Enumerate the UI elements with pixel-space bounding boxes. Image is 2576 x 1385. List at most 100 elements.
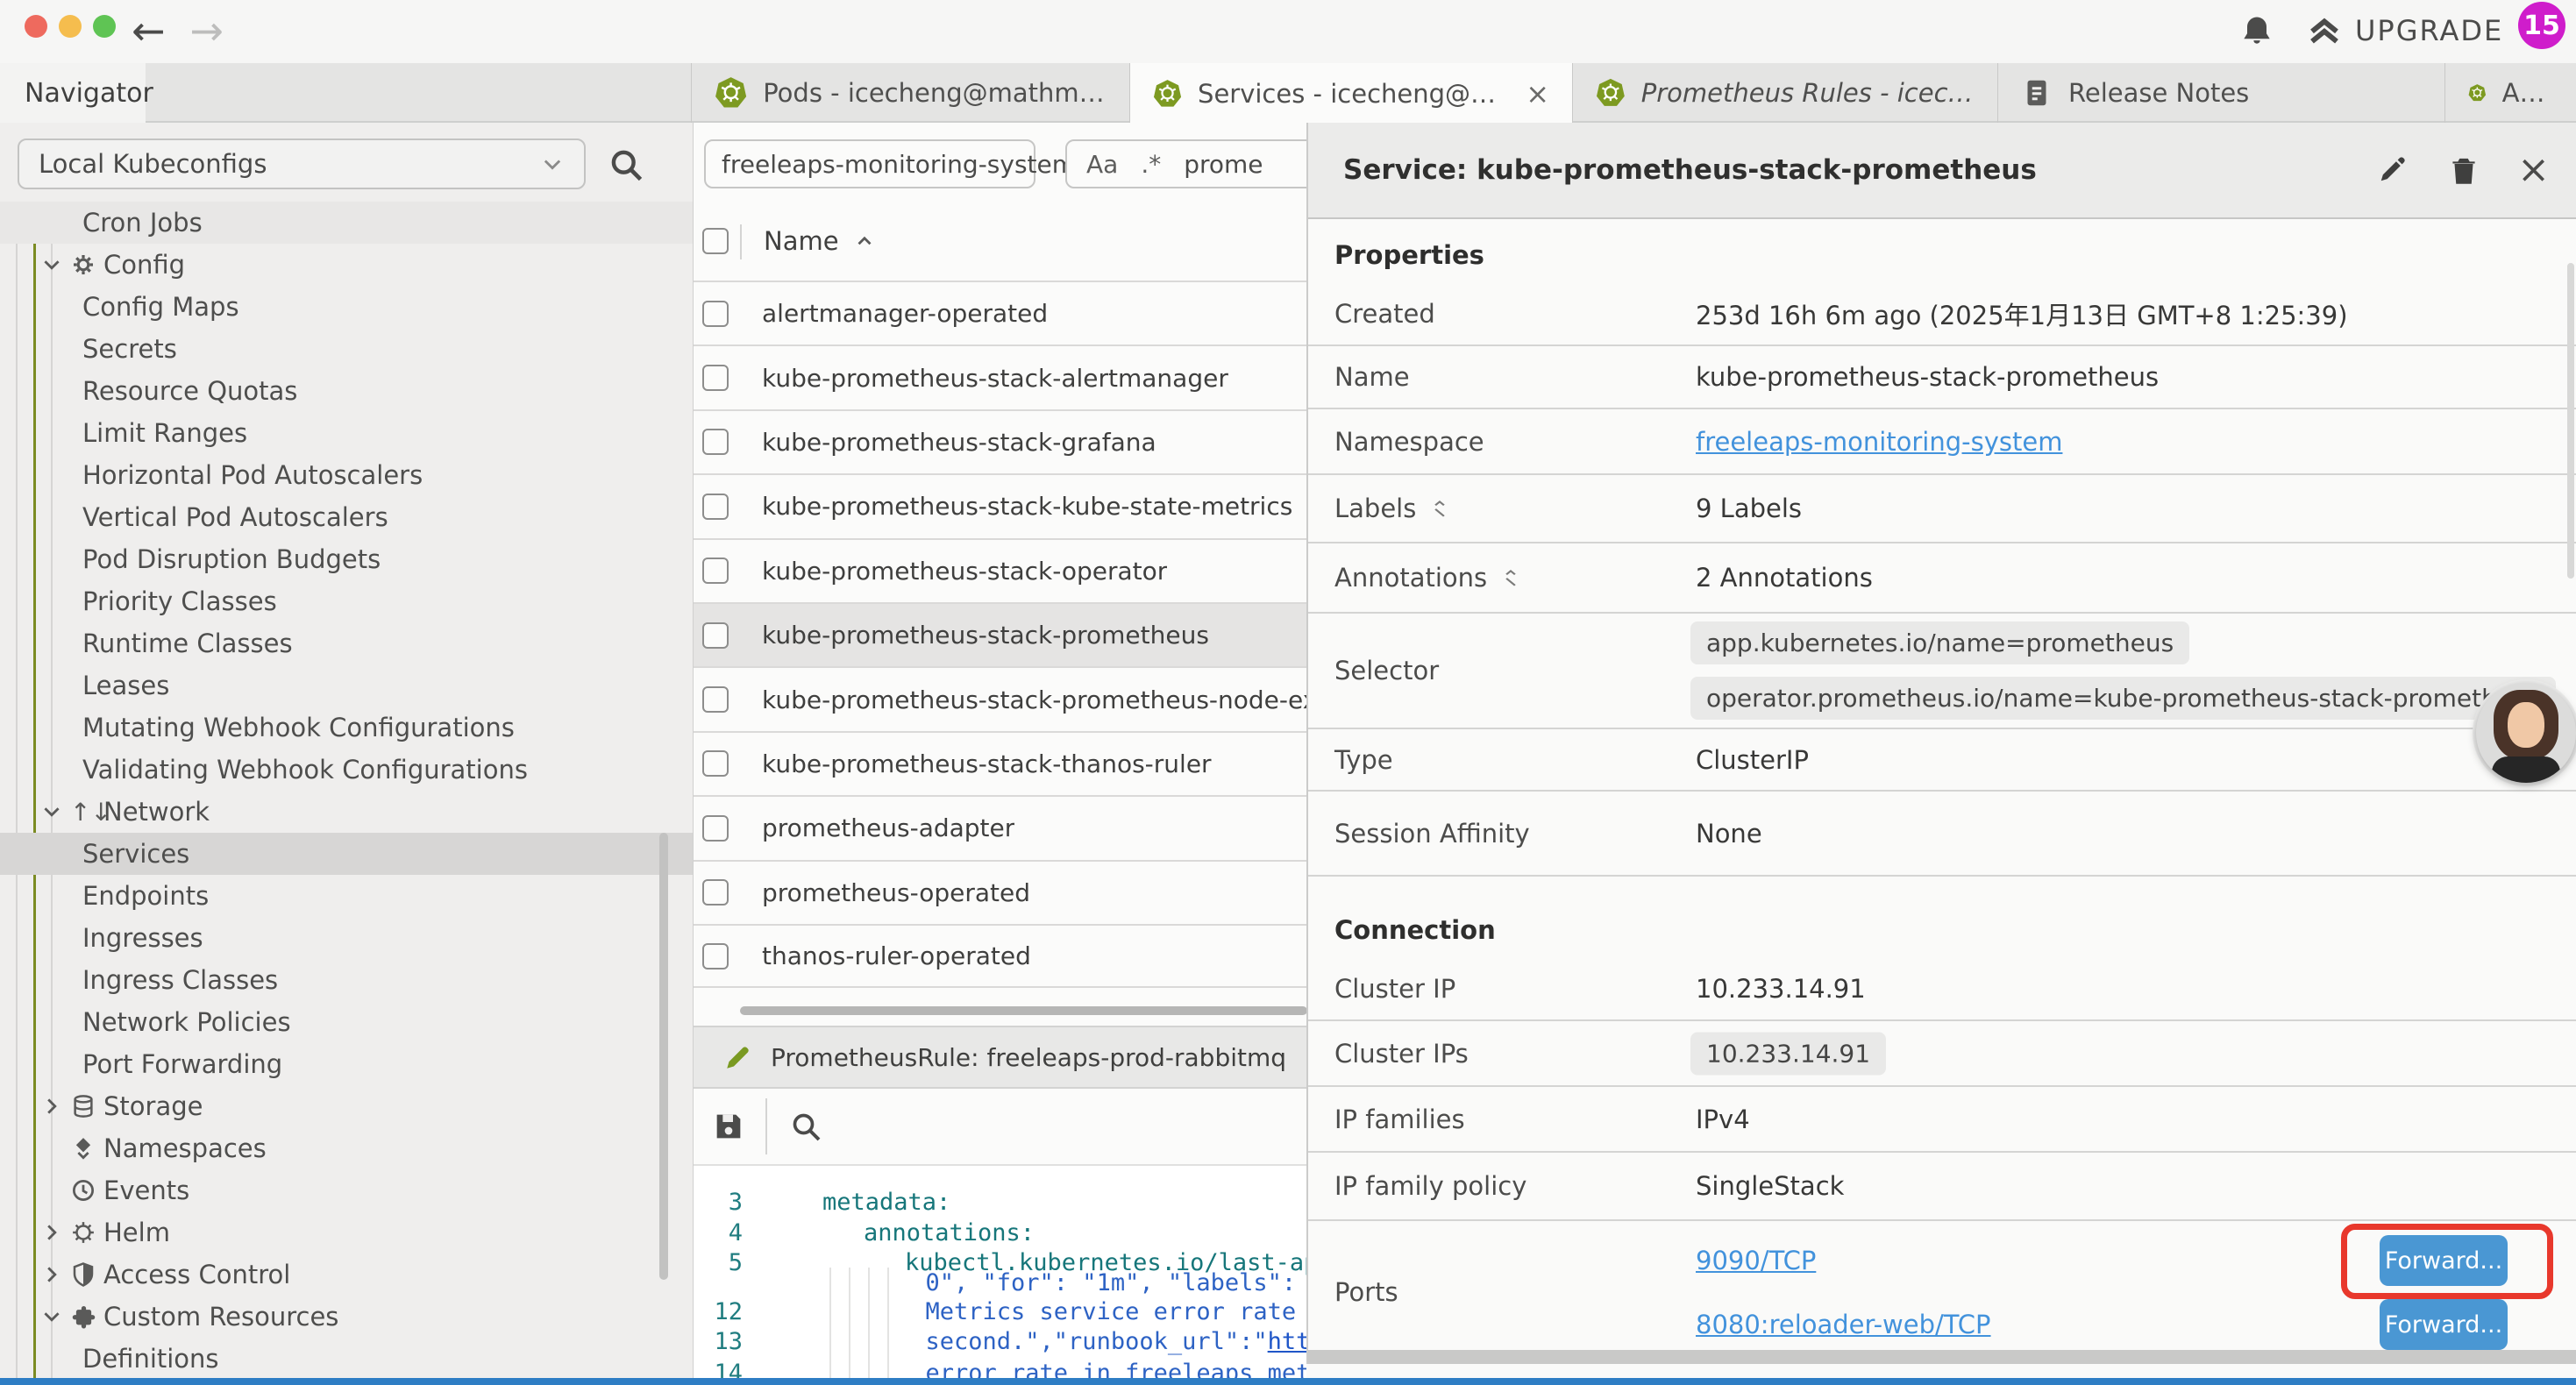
delete-trash-icon[interactable] [2445, 152, 2482, 188]
namespace-filter-dropdown[interactable]: freeleaps-monitoring-system [704, 139, 1035, 188]
namespace-filter-value: freeleaps-monitoring-system [722, 150, 1076, 179]
window-tab-1[interactable]: Pods - icecheng@mathmas... [691, 63, 1129, 123]
row-checkbox[interactable] [702, 750, 729, 777]
table-row-kube-prometheus-stack-prometheus-node-expor[interactable]: kube-prometheus-stack-prometheus-node-ex… [694, 666, 1306, 730]
back-arrow-icon[interactable]: ← [132, 7, 190, 54]
sidebar-item-secrets[interactable]: Secrets [0, 328, 693, 370]
expander-icon[interactable] [1499, 566, 1522, 589]
save-icon[interactable] [711, 1109, 746, 1144]
sidebar-search-icon[interactable] [607, 146, 645, 184]
upgrade-button[interactable]: UPGRADE [2306, 12, 2503, 49]
user-avatar[interactable] [2476, 683, 2576, 783]
zoom-window-icon[interactable] [93, 15, 116, 38]
sidebar-item-validating-webhook-configurations[interactable]: Validating Webhook Configurations [0, 749, 693, 791]
service-name: prometheus-adapter [762, 813, 1014, 842]
case-sensitive-toggle[interactable]: Aa [1086, 150, 1118, 179]
close-window-icon[interactable] [25, 15, 47, 38]
row-checkbox[interactable] [702, 301, 729, 327]
forward-button[interactable]: Forward... [2380, 1299, 2508, 1350]
window-tab-5[interactable]: Argo Se [2444, 63, 2576, 123]
sidebar-item-storage[interactable]: Storage [0, 1085, 693, 1127]
sidebar-item-config-maps[interactable]: Config Maps [0, 286, 693, 328]
sidebar-item-mutating-webhook-configurations[interactable]: Mutating Webhook Configurations [0, 707, 693, 749]
sidebar-item-limit-ranges[interactable]: Limit Ranges [0, 412, 693, 454]
upgrade-label: UPGRADE [2355, 14, 2503, 47]
detail-row-cluster-ip: Cluster IP10.233.14.91 [1308, 957, 2576, 1021]
yaml-editor[interactable]: 3 metadata:4 annotations:5 kubectl.kuber… [694, 1166, 1306, 1378]
port-link[interactable]: 9090/TCP [1696, 1246, 1816, 1275]
shield-icon [70, 1261, 96, 1288]
table-row-prometheus-adapter[interactable]: prometheus-adapter [694, 795, 1306, 859]
sidebar-item-config[interactable]: Config [0, 244, 693, 286]
sidebar-item-resource-quotas[interactable]: Resource Quotas [0, 370, 693, 412]
edit-pencil-icon[interactable] [2373, 152, 2410, 188]
editor-tab-prometheusrule[interactable]: PrometheusRule: freeleaps-prod-rabbitmq [694, 1027, 1306, 1087]
detail-scrollbar[interactable] [2567, 263, 2574, 579]
sidebar-item-events[interactable]: Events [0, 1169, 693, 1211]
select-all-checkbox[interactable] [702, 228, 729, 254]
tab-label: Prometheus Rules - icecheng... [1641, 78, 1975, 108]
table-row-kube-prometheus-stack-grafana[interactable]: kube-prometheus-stack-grafana [694, 409, 1306, 473]
sidebar-item-pod-disruption-budgets[interactable]: Pod Disruption Budgets [0, 538, 693, 580]
horizontal-scrollbar[interactable] [740, 1006, 1306, 1015]
row-checkbox[interactable] [702, 365, 729, 391]
row-checkbox[interactable] [702, 686, 729, 713]
close-tab-icon[interactable]: × [1526, 77, 1549, 110]
sidebar-item-endpoints[interactable]: Endpoints [0, 875, 693, 917]
detail-link[interactable]: freeleaps-monitoring-system [1696, 427, 2062, 457]
double-chevron-up-icon [2306, 12, 2343, 49]
search-input[interactable]: prome [1184, 150, 1263, 179]
row-checkbox[interactable] [702, 558, 729, 584]
service-name: kube-prometheus-stack-operator [762, 557, 1167, 586]
table-row-kube-prometheus-stack-operator[interactable]: kube-prometheus-stack-operator [694, 538, 1306, 602]
sidebar-item-helm[interactable]: Helm [0, 1211, 693, 1254]
sidebar-item-access-control[interactable]: Access Control [0, 1254, 693, 1296]
row-checkbox[interactable] [702, 622, 729, 649]
sidebar-item-network-policies[interactable]: Network Policies [0, 1001, 693, 1043]
table-row-kube-prometheus-stack-kube-state-metrics[interactable]: kube-prometheus-stack-kube-state-metrics [694, 473, 1306, 537]
window-tab-3[interactable]: Prometheus Rules - icecheng... [1572, 63, 1997, 123]
sidebar-item-vertical-pod-autoscalers[interactable]: Vertical Pod Autoscalers [0, 496, 693, 538]
minimize-window-icon[interactable] [59, 15, 82, 38]
close-panel-icon[interactable]: × [2517, 151, 2550, 189]
editor-search-icon[interactable] [788, 1109, 823, 1144]
sidebar-item-port-forwarding[interactable]: Port Forwarding [0, 1043, 693, 1085]
sidebar-item-network[interactable]: ↑↓Network [0, 791, 693, 833]
forward-arrow-icon[interactable]: → [190, 7, 249, 54]
navigator-panel-tab[interactable]: Navigator [0, 63, 146, 123]
sidebar-item-ingresses[interactable]: Ingresses [0, 917, 693, 959]
name-column-header[interactable]: Name [764, 226, 876, 256]
row-checkbox[interactable] [702, 943, 729, 970]
table-row-kube-prometheus-stack-alertmanager[interactable]: kube-prometheus-stack-alertmanager [694, 344, 1306, 408]
sidebar-item-custom-resources[interactable]: Custom Resources [0, 1296, 693, 1338]
sidebar-item-horizontal-pod-autoscalers[interactable]: Horizontal Pod Autoscalers [0, 454, 693, 496]
row-checkbox[interactable] [702, 879, 729, 906]
table-row-thanos-ruler-operated[interactable]: thanos-ruler-operated [694, 924, 1306, 988]
sidebar-item-leases[interactable]: Leases [0, 664, 693, 707]
row-checkbox[interactable] [702, 429, 729, 455]
sidebar-item-definitions[interactable]: Definitions [0, 1338, 693, 1380]
row-checkbox[interactable] [702, 815, 729, 842]
notifications-bell-icon[interactable] [2238, 12, 2276, 51]
notification-count-badge[interactable]: 15 [2518, 2, 2565, 49]
window-tab-2[interactable]: Services - icecheng@math...× [1129, 63, 1572, 124]
window-tab-4[interactable]: Release Notes [1997, 63, 2444, 123]
sidebar-item-runtime-classes[interactable]: Runtime Classes [0, 622, 693, 664]
sidebar-item-ingress-classes[interactable]: Ingress Classes [0, 959, 693, 1001]
kubeconfig-selector[interactable]: Local Kubeconfigs [18, 138, 586, 189]
table-row-prometheus-operated[interactable]: prometheus-operated [694, 860, 1306, 924]
resource-search-box[interactable]: Aa .* prome [1065, 139, 1306, 188]
table-row-kube-prometheus-stack-prometheus[interactable]: kube-prometheus-stack-prometheus [694, 602, 1306, 666]
sidebar-item-priority-classes[interactable]: Priority Classes [0, 580, 693, 622]
sidebar-item-services[interactable]: Services [0, 833, 693, 875]
sidebar-scrollbar[interactable] [659, 833, 668, 1280]
regex-toggle[interactable]: .* [1141, 150, 1161, 179]
row-checkbox[interactable] [702, 494, 729, 520]
table-row-alertmanager-operated[interactable]: alertmanager-operated [694, 281, 1306, 344]
expander-icon[interactable] [1428, 497, 1451, 520]
detail-bottom-scrollbar[interactable] [1308, 1350, 2576, 1364]
sidebar-item-namespaces[interactable]: Namespaces [0, 1127, 693, 1169]
table-row-kube-prometheus-stack-thanos-ruler[interactable]: kube-prometheus-stack-thanos-ruler [694, 731, 1306, 795]
sidebar-item-cron-jobs[interactable]: Cron Jobs [0, 202, 693, 244]
port-link[interactable]: 8080:reloader-web/TCP [1696, 1310, 1991, 1339]
